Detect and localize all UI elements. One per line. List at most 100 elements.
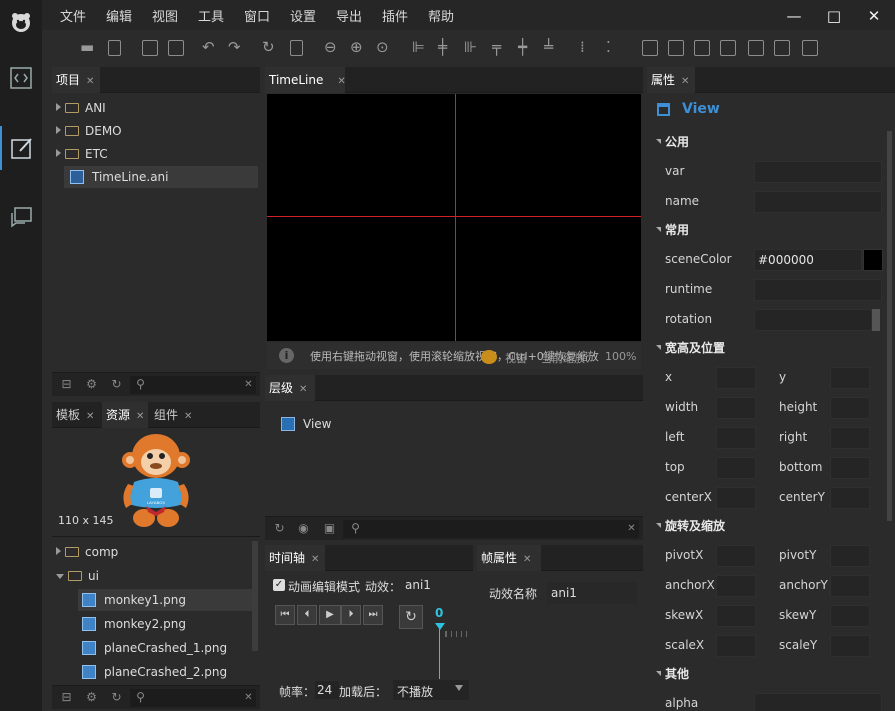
align-middle-icon[interactable]: ┿ <box>518 38 527 56</box>
align-bottom-icon[interactable]: ╧ <box>544 38 553 56</box>
menu-view[interactable]: 视图 <box>152 6 178 25</box>
chevron-right-icon[interactable] <box>56 103 61 111</box>
save-icon[interactable] <box>142 40 158 56</box>
distribute-v-icon[interactable]: ⁞ <box>580 38 585 56</box>
scene-color-input[interactable]: #000000 <box>754 249 862 271</box>
menu-file[interactable]: 文件 <box>60 6 86 25</box>
chevron-right-icon[interactable] <box>56 126 61 134</box>
stretch-v-icon[interactable] <box>774 40 790 56</box>
var-input[interactable] <box>754 161 882 183</box>
playhead-marker[interactable] <box>435 623 445 630</box>
first-frame-button[interactable]: ⏮ <box>275 605 295 625</box>
centerx-input[interactable] <box>716 487 756 509</box>
clear-icon[interactable]: ✕ <box>242 378 255 391</box>
right-input[interactable] <box>830 427 870 449</box>
view-toggle-icon[interactable] <box>481 350 497 364</box>
scrollbar[interactable] <box>252 541 258 651</box>
refresh-icon[interactable]: ↻ <box>273 522 286 535</box>
layer-item[interactable]: View <box>281 413 331 435</box>
close-icon[interactable]: ✕ <box>311 554 319 565</box>
edit-mode-checkbox[interactable]: ✓ <box>273 579 285 591</box>
gear-icon[interactable]: ⚙ <box>85 691 98 704</box>
align-top-icon[interactable]: ╤ <box>492 38 501 56</box>
undo-icon[interactable]: ↶ <box>202 38 215 56</box>
tree-item[interactable]: planeCrashed_2.png <box>82 661 227 683</box>
tab-template[interactable]: 模板 ✕ <box>52 402 98 428</box>
zoom-reset-icon[interactable]: ⊙ <box>376 38 389 56</box>
close-icon[interactable]: ✕ <box>86 411 94 422</box>
edit-mode-icon[interactable] <box>0 126 42 170</box>
chevron-down-icon[interactable] <box>56 574 64 579</box>
section-other[interactable]: 其他 <box>650 663 888 685</box>
left-input[interactable] <box>716 427 756 449</box>
close-icon[interactable]: ✕ <box>681 76 689 87</box>
close-icon[interactable]: ✕ <box>86 76 94 87</box>
rotation-slider[interactable] <box>872 309 880 331</box>
layer-search-input[interactable] <box>343 520 639 538</box>
new-file-icon[interactable] <box>108 40 121 56</box>
tab-timeline[interactable]: TimeLine ✕ <box>265 67 346 93</box>
prev-frame-button[interactable]: ⏴ <box>297 605 317 625</box>
publish-icon[interactable] <box>290 40 303 56</box>
height-input[interactable] <box>830 397 870 419</box>
effect-value[interactable]: ani1 <box>405 578 431 592</box>
effect-name-input[interactable]: ani1 <box>547 582 637 604</box>
runtime-input[interactable] <box>754 279 882 301</box>
alpha-input[interactable] <box>754 693 882 711</box>
loop-button[interactable]: ↻ <box>399 605 423 629</box>
refresh-icon[interactable]: ↻ <box>262 38 275 56</box>
tree-item[interactable]: ETC <box>56 143 108 165</box>
play-button[interactable]: ▶ <box>319 605 341 625</box>
anchor-bl-icon[interactable] <box>694 40 710 56</box>
tree-item[interactable]: planeCrashed_1.png <box>82 637 227 659</box>
scaley-input[interactable] <box>830 635 870 657</box>
scalex-input[interactable] <box>716 635 756 657</box>
section-common[interactable]: 公用 <box>650 131 888 153</box>
collapse-icon[interactable]: ⊟ <box>60 378 73 391</box>
tree-item-selected[interactable]: monkey1.png <box>78 589 252 611</box>
rotation-input[interactable] <box>754 309 872 331</box>
align-center-icon[interactable]: ╪ <box>438 38 447 56</box>
close-icon[interactable]: ✕ <box>184 411 192 422</box>
anchor-tr-icon[interactable] <box>668 40 684 56</box>
project-search-input[interactable] <box>130 376 256 394</box>
gear-icon[interactable]: ⚙ <box>85 378 98 391</box>
last-frame-button[interactable]: ⏭ <box>363 605 383 625</box>
pivoty-input[interactable] <box>830 545 870 567</box>
x-input[interactable] <box>716 367 756 389</box>
zoom-in-icon[interactable]: ⊕ <box>350 38 363 56</box>
refresh-icon[interactable]: ↻ <box>110 691 123 704</box>
refresh-icon[interactable]: ↻ <box>110 378 123 391</box>
menu-edit[interactable]: 编辑 <box>106 6 132 25</box>
tab-layer[interactable]: 层级 ✕ <box>265 375 315 401</box>
menu-help[interactable]: 帮助 <box>428 6 454 25</box>
minimize-button[interactable]: — <box>784 6 804 26</box>
tab-resource[interactable]: 资源 ✕ <box>102 402 149 428</box>
section-size[interactable]: 宽高及位置 <box>650 337 888 359</box>
maximize-button[interactable]: □ <box>824 6 844 26</box>
stretch-h-icon[interactable] <box>748 40 764 56</box>
name-input[interactable] <box>754 191 882 213</box>
close-icon[interactable]: ✕ <box>299 384 307 395</box>
pivotx-input[interactable] <box>716 545 756 567</box>
tab-project[interactable]: 项目 ✕ <box>52 67 100 93</box>
preview-icon[interactable] <box>0 196 42 240</box>
y-input[interactable] <box>830 367 870 389</box>
menu-export[interactable]: 导出 <box>336 6 362 25</box>
section-rotate[interactable]: 旋转及缩放 <box>650 515 888 537</box>
bottom-input[interactable] <box>830 457 870 479</box>
redo-icon[interactable]: ↷ <box>228 38 241 56</box>
resource-search-input[interactable] <box>130 689 256 707</box>
clear-icon[interactable]: ✕ <box>242 691 255 704</box>
skewy-input[interactable] <box>830 605 870 627</box>
tab-component[interactable]: 组件 ✕ <box>150 402 196 428</box>
section-usual[interactable]: 常用 <box>650 219 888 241</box>
tree-item[interactable]: comp <box>56 541 118 563</box>
centery-input[interactable] <box>830 487 870 509</box>
color-swatch[interactable] <box>863 249 883 271</box>
anchor-br-icon[interactable] <box>720 40 736 56</box>
close-icon[interactable]: ✕ <box>136 411 144 422</box>
align-right-icon[interactable]: ⊪ <box>464 38 477 56</box>
next-frame-button[interactable]: ⏵ <box>341 605 361 625</box>
align-left-icon[interactable]: ⊫ <box>412 38 425 56</box>
